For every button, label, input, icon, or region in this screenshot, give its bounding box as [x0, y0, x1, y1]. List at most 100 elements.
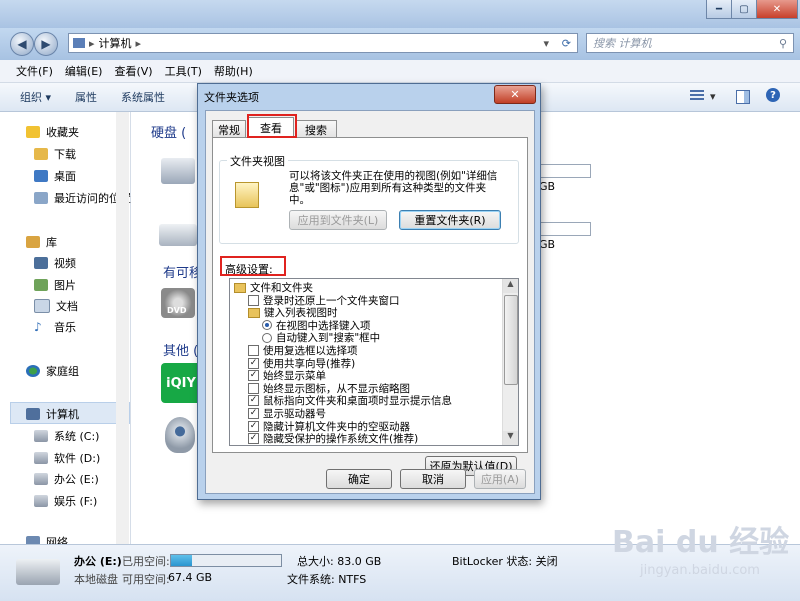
- back-button[interactable]: ◀: [10, 32, 34, 56]
- checkbox[interactable]: [248, 294, 259, 306]
- folder-views-title: 文件夹视图: [227, 153, 288, 169]
- drive-icon: [34, 473, 48, 485]
- dialog-close-button[interactable]: ✕: [494, 85, 536, 104]
- menu-tools[interactable]: 工具(T): [159, 63, 208, 79]
- watermark-url: jingyan.baidu.com: [640, 563, 760, 578]
- close-button[interactable]: ✕: [756, 0, 798, 19]
- dvd-label: DVD: [167, 306, 187, 315]
- forward-button[interactable]: ▶: [34, 32, 58, 56]
- music-icon: ♪: [34, 320, 42, 334]
- menu-view[interactable]: 查看(V): [108, 63, 158, 79]
- radio-button[interactable]: [262, 332, 272, 343]
- checkbox[interactable]: [248, 345, 259, 356]
- maximize-button[interactable]: ▢: [731, 0, 757, 19]
- drive-name: 办公 (E:): [74, 555, 122, 568]
- bitlocker-status: BitLocker 状态: 关闭: [452, 555, 558, 568]
- computer-icon: [73, 38, 85, 48]
- checkbox[interactable]: ✓: [248, 370, 259, 382]
- refresh-icon[interactable]: ⟳: [562, 37, 571, 50]
- sidebar-label: 软件 (D:): [54, 452, 101, 465]
- webcam-icon[interactable]: [165, 417, 195, 453]
- view-options-icon[interactable]: [690, 90, 704, 102]
- dialog-title: 文件夹选项: [204, 91, 259, 104]
- sidebar-item-downloads[interactable]: 下载: [34, 146, 76, 162]
- checkbox[interactable]: ✓: [248, 408, 259, 419]
- sidebar-label: 图片: [54, 279, 76, 292]
- address-bar[interactable]: ▸ 计算机 ▸ ▾ ⟳: [68, 33, 578, 53]
- iqiyi-app-icon[interactable]: iQIY: [161, 363, 201, 403]
- sidebar-item-pictures[interactable]: 图片: [34, 277, 76, 293]
- folder-options-dialog: 文件夹选项 ✕ 常规 查看 搜索 文件夹视图 可以将该文件夹正在使用的视图(例如…: [197, 83, 541, 500]
- sidebar-item-videos[interactable]: 视频: [34, 255, 76, 271]
- apply-button[interactable]: 应用(A): [474, 469, 526, 489]
- tab-search[interactable]: 搜索: [295, 120, 337, 138]
- homegroup-icon: [26, 365, 40, 377]
- star-icon: [26, 126, 40, 138]
- sidebar-item-favorites[interactable]: 收藏夹: [26, 124, 79, 140]
- drive-type: 本地磁盘: [74, 573, 118, 586]
- help-icon[interactable]: ?: [766, 88, 780, 102]
- sidebar-scrollbar[interactable]: [116, 112, 129, 544]
- pictures-icon: [34, 279, 48, 291]
- sidebar-item-drive-e[interactable]: 办公 (E:): [34, 471, 99, 487]
- navigation-pane: 收藏夹 下载 桌面 最近访问的位置 库 视频 图片 文档 ♪ 音乐 家庭组 计算机…: [0, 112, 131, 549]
- dialog-body: 常规 查看 搜索 文件夹视图 可以将该文件夹正在使用的视图(例如"详细信息"或"…: [205, 110, 535, 494]
- desktop-icon: [34, 170, 48, 182]
- checkbox[interactable]: [248, 382, 259, 394]
- organize-button[interactable]: 组织 ▾: [8, 89, 63, 105]
- drive-size-text: GB: [539, 238, 556, 251]
- sidebar-label: 库: [46, 236, 57, 249]
- drive-c-icon[interactable]: [161, 158, 195, 184]
- dropdown-icon[interactable]: ▾: [543, 37, 549, 50]
- sidebar-item-homegroup[interactable]: 家庭组: [26, 363, 79, 379]
- sidebar-item-libraries[interactable]: 库: [26, 234, 57, 250]
- chevron-right-icon: ▸: [135, 36, 142, 50]
- advanced-settings-tree: 文件和文件夹 登录时还原上一个文件夹窗口 键入列表视图时 在视图中选择键入项 自动键入到…: [229, 278, 519, 446]
- tab-general[interactable]: 常规: [212, 120, 246, 138]
- drive-d-icon[interactable]: [159, 224, 197, 246]
- scroll-up-icon[interactable]: ▲: [503, 279, 518, 293]
- folder-view-icon: [235, 182, 259, 208]
- scroll-down-icon[interactable]: ▼: [503, 431, 518, 445]
- tree-scrollbar[interactable]: ▲ ▼: [502, 279, 518, 445]
- menu-file[interactable]: 文件(F): [10, 63, 59, 79]
- sidebar-item-drive-c[interactable]: 系统 (C:): [34, 428, 99, 444]
- drive-icon: [16, 559, 60, 585]
- checkbox[interactable]: ✓: [248, 395, 259, 407]
- menu-help[interactable]: 帮助(H): [208, 63, 259, 79]
- apply-to-folders-button[interactable]: 应用到文件夹(L): [289, 210, 387, 230]
- search-input[interactable]: 搜索 计算机 ⚲: [586, 33, 794, 53]
- group-header-other[interactable]: 其他 (: [163, 340, 198, 359]
- minimize-button[interactable]: ━: [706, 0, 732, 19]
- sidebar-item-music[interactable]: ♪ 音乐: [34, 319, 76, 335]
- watermark-logo: Bai du 经验: [612, 525, 790, 560]
- video-icon: [34, 257, 48, 269]
- sidebar-item-computer[interactable]: 计算机: [26, 406, 79, 422]
- group-header-hdd[interactable]: 硬盘 (: [151, 122, 186, 141]
- checkbox[interactable]: ✓: [248, 433, 259, 445]
- sidebar-item-desktop[interactable]: 桌面: [34, 168, 76, 184]
- sidebar-item-drive-f[interactable]: 娱乐 (F:): [34, 493, 97, 509]
- checkbox[interactable]: ✓: [248, 420, 259, 432]
- scroll-thumb[interactable]: [504, 295, 518, 385]
- preview-pane-icon[interactable]: [736, 90, 750, 104]
- checkbox[interactable]: ✓: [248, 357, 259, 369]
- chevron-down-icon[interactable]: ▾: [710, 90, 716, 103]
- sidebar-item-documents[interactable]: 文档: [34, 298, 78, 314]
- reset-folders-button[interactable]: 重置文件夹(R): [399, 210, 501, 230]
- address-path[interactable]: 计算机: [99, 35, 132, 51]
- drive-icon: [34, 495, 48, 507]
- system-properties-button[interactable]: 系统属性: [109, 89, 177, 105]
- tree-item-checkbox[interactable]: ✓ 隐藏受保护的操作系统文件(推荐): [248, 432, 418, 445]
- sidebar-label: 家庭组: [46, 365, 79, 378]
- search-icon[interactable]: ⚲: [779, 37, 787, 50]
- free-space-value: 67.4 GB: [168, 571, 213, 584]
- properties-button[interactable]: 属性: [63, 89, 109, 105]
- recent-places-icon: [34, 192, 48, 204]
- sidebar-item-drive-d[interactable]: 软件 (D:): [34, 450, 100, 466]
- menu-edit[interactable]: 编辑(E): [59, 63, 109, 79]
- folder-views-description: 可以将该文件夹正在使用的视图(例如"详细信息"或"图标")应用到所有这种类型的文…: [289, 170, 498, 206]
- cancel-button[interactable]: 取消: [400, 469, 466, 489]
- ok-button[interactable]: 确定: [326, 469, 392, 489]
- radio-button[interactable]: [262, 320, 272, 331]
